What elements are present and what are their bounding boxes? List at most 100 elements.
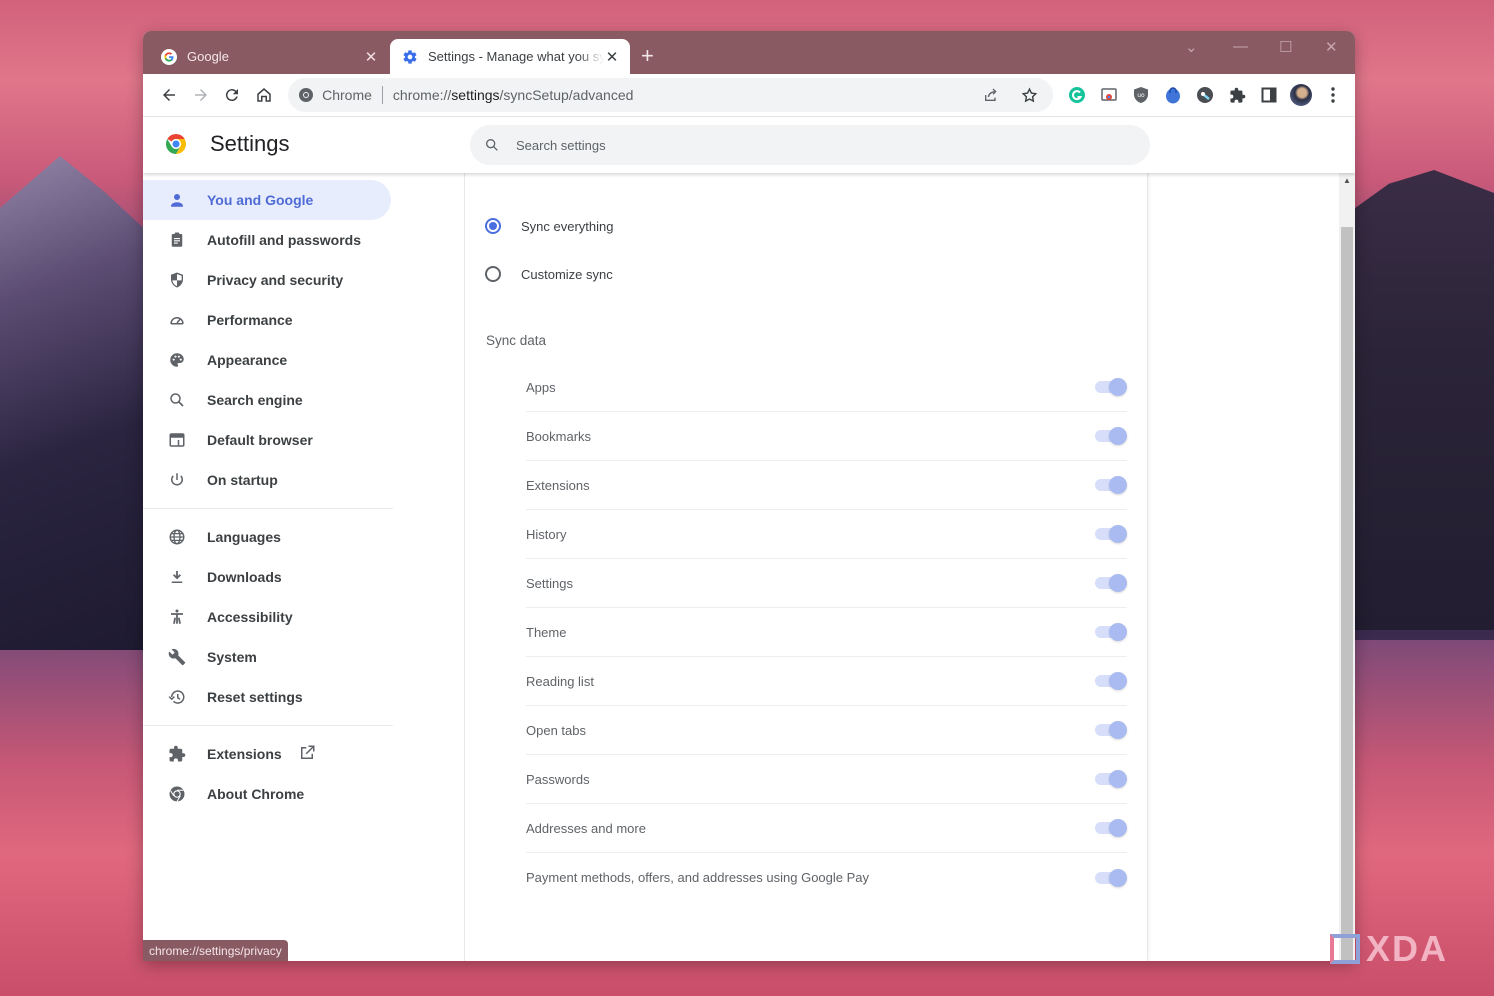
sync-item-label: Payment methods, offers, and addresses u… — [526, 870, 870, 885]
customize-sync-radio[interactable]: Customize sync — [485, 262, 613, 286]
close-tab-icon[interactable]: ✕ — [604, 48, 620, 66]
sync-row-history: History — [526, 510, 1127, 559]
url-path: /syncSetup/advanced — [499, 87, 634, 103]
sync-toggle[interactable] — [1095, 818, 1127, 838]
site-label: Chrome — [322, 87, 372, 103]
sidebar-item-system[interactable]: System — [143, 637, 391, 677]
sidebar-divider — [143, 508, 393, 509]
scroll-thumb[interactable] — [1341, 227, 1353, 961]
search-icon — [486, 139, 498, 151]
sidebar-item-downloads[interactable]: Downloads — [143, 557, 391, 597]
back-button[interactable] — [153, 79, 185, 111]
sidebar-item-privacy[interactable]: Privacy and security — [143, 260, 391, 300]
scroll-up-arrow-icon[interactable]: ▲ — [1339, 173, 1355, 187]
sidebar-item-performance[interactable]: Performance — [143, 300, 391, 340]
star-icon — [1021, 86, 1037, 102]
tab-google[interactable]: Google ✕ — [143, 39, 389, 74]
new-tab-button[interactable]: + — [641, 44, 654, 68]
sync-toggle[interactable] — [1095, 426, 1127, 446]
sync-toggle[interactable] — [1095, 475, 1127, 495]
sync-data-list: Apps Bookmarks Extensions History Settin… — [526, 363, 1127, 902]
sidebar-item-label: You and Google — [207, 192, 314, 208]
sidebar-item-label: Languages — [207, 529, 281, 545]
sidebar-item-label: Privacy and security — [207, 272, 344, 288]
more-vert-icon — [1331, 87, 1335, 103]
url-text[interactable]: chrome://settings/syncSetup/advanced — [393, 87, 975, 103]
shield-icon — [167, 270, 187, 290]
sidebar-item-autofill[interactable]: Autofill and passwords — [143, 220, 391, 260]
profile-button[interactable] — [1285, 79, 1317, 111]
page-title: Settings — [210, 131, 290, 156]
arrow-left-icon — [162, 89, 175, 101]
sync-toggle[interactable] — [1095, 868, 1127, 888]
extensions-menu-button[interactable] — [1221, 79, 1253, 111]
page-scrollbar[interactable]: ▲ — [1339, 173, 1355, 961]
sync-toggle[interactable] — [1095, 671, 1127, 691]
search-input[interactable] — [516, 137, 1116, 153]
sync-item-label: Settings — [526, 575, 573, 591]
tab-settings[interactable]: Settings - Manage what you sync ✕ — [390, 39, 630, 74]
wallpaper-mountain-left — [0, 156, 150, 650]
bitwarden-button[interactable] — [1157, 79, 1189, 111]
sidebar-item-on-startup[interactable]: On startup — [143, 460, 391, 500]
sidebar-item-about-chrome[interactable]: About Chrome — [143, 774, 391, 814]
reload-icon — [226, 89, 239, 102]
ublock-button[interactable]: uo — [1125, 79, 1157, 111]
sync-toggle[interactable] — [1095, 769, 1127, 789]
sync-row-open-tabs: Open tabs — [526, 706, 1127, 755]
tab-search-icon[interactable]: ⌄ — [1185, 38, 1198, 56]
search-settings[interactable] — [470, 125, 1150, 165]
cast-button[interactable] — [1093, 79, 1125, 111]
close-window-button[interactable]: ✕ — [1325, 38, 1338, 56]
sidebar-item-label: Performance — [207, 312, 293, 328]
ublock-icon: uo — [1134, 87, 1148, 103]
sync-item-label: Apps — [526, 379, 556, 395]
sidebar-item-search-engine[interactable]: Search engine — [143, 380, 391, 420]
sidebar-item-default-browser[interactable]: Default browser — [143, 420, 391, 460]
sync-item-label: Extensions — [526, 477, 590, 493]
puzzle-icon — [1229, 87, 1245, 103]
sync-toggle[interactable] — [1095, 622, 1127, 642]
forward-button[interactable] — [185, 79, 217, 111]
sidebar-item-reset[interactable]: Reset settings — [143, 677, 391, 717]
sidebar-item-extensions[interactable]: Extensions — [143, 734, 391, 774]
extensions-bar: uo — [1061, 79, 1349, 111]
sidebar-item-label: Search engine — [207, 392, 303, 408]
reload-button[interactable] — [217, 79, 249, 111]
sync-row-apps: Apps — [526, 363, 1127, 412]
sync-settings-card: Sync everything Customize sync Sync data… — [465, 173, 1147, 961]
sync-row-payments: Payment methods, offers, and addresses u… — [526, 853, 1127, 902]
side-panel-button[interactable] — [1253, 79, 1285, 111]
xda-watermark: XDA — [1330, 928, 1448, 970]
address-bar[interactable]: Chrome chrome://settings/syncSetup/advan… — [288, 78, 1053, 112]
tab-strip: Google ✕ Settings - Manage what you sync… — [143, 31, 1355, 74]
clipboard-icon — [167, 230, 187, 250]
sync-row-theme: Theme — [526, 608, 1127, 657]
sidebar-item-label: Reset settings — [207, 689, 303, 705]
tab-title: Settings - Manage what you sync — [428, 49, 604, 64]
radio-label: Customize sync — [521, 266, 613, 282]
side-panel-icon — [1261, 87, 1277, 103]
bookmark-button[interactable] — [1013, 79, 1045, 111]
close-tab-icon[interactable]: ✕ — [363, 48, 379, 66]
home-button[interactable] — [248, 79, 280, 111]
sidebar-item-you-and-google[interactable]: You and Google — [143, 180, 391, 220]
maximize-button[interactable]: ☐ — [1279, 38, 1292, 56]
sync-toggle[interactable] — [1095, 377, 1127, 397]
chrome-menu-button[interactable] — [1317, 79, 1349, 111]
key-extension-button[interactable] — [1189, 79, 1221, 111]
sync-toggle[interactable] — [1095, 524, 1127, 544]
radio-unchecked-icon — [485, 266, 501, 282]
sync-item-label: Open tabs — [526, 722, 586, 738]
sidebar-item-languages[interactable]: Languages — [143, 517, 391, 557]
grammarly-button[interactable] — [1061, 79, 1093, 111]
sync-everything-radio[interactable]: Sync everything — [485, 214, 614, 238]
sidebar-item-appearance[interactable]: Appearance — [143, 340, 391, 380]
share-button[interactable] — [975, 79, 1007, 111]
minimize-button[interactable]: — — [1233, 38, 1248, 55]
sync-toggle[interactable] — [1095, 573, 1127, 593]
sidebar-item-accessibility[interactable]: Accessibility — [143, 597, 391, 637]
sync-toggle[interactable] — [1095, 720, 1127, 740]
sync-item-label: Theme — [526, 624, 567, 640]
sync-item-label: Bookmarks — [526, 428, 592, 444]
